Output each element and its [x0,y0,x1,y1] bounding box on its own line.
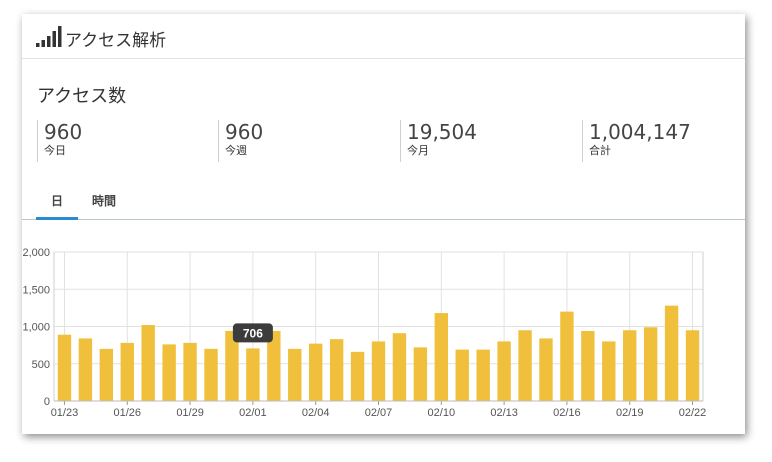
bar [476,349,490,401]
access-bar-chart: 0 500 1,000 1,500 2,000 01/23 01/26 01/29 02/01 0… [22,242,745,434]
bar [183,342,197,401]
bar [455,349,469,401]
stat-value: 960 [44,120,83,144]
bar [497,341,511,401]
stat-label: 合計 [589,144,611,157]
bar [246,348,260,401]
x-tick-label: 01/26 [114,407,142,419]
stat-value: 960 [225,120,264,144]
x-tick-label: 02/04 [302,407,330,419]
tab-hour[interactable]: 時間 [86,192,122,209]
bar [308,343,323,401]
chart-svg: 0 500 1,000 1,500 2,000 01/23 01/26 01/29 02/01 0… [22,247,707,419]
panel-header: アクセス解析 [22,14,745,59]
x-tick-label: 01/23 [51,407,79,419]
stat-total: 1,004,147 合計 [582,120,691,162]
stat-today: 960 今日 [37,120,82,162]
bar [685,330,700,401]
stat-month: 19,504 今月 [400,120,477,162]
bar [350,351,365,401]
y-tick-label: 500 [32,359,50,371]
section-title: アクセス数 [37,86,127,107]
tab-day[interactable]: 日 [36,192,78,220]
panel-title: アクセス解析 [65,31,167,51]
bar [288,348,302,401]
x-tick-label: 01/29 [176,407,204,419]
y-tick-label: 1,000 [22,322,50,334]
bar [99,348,114,401]
y-tick-label: 1,500 [22,284,50,296]
bar [329,339,344,401]
bar [581,330,595,401]
stat-value: 19,504 [407,120,477,144]
y-tick-label: 0 [44,396,50,408]
bar [162,344,176,401]
stat-week: 960 今週 [218,120,263,162]
bar [539,338,553,401]
tooltip-value: 706 [243,326,263,340]
x-tick-label: 02/16 [553,407,581,419]
stat-label: 今日 [44,144,66,157]
bar [392,333,407,401]
x-tick-label: 02/01 [239,407,267,419]
y-tick-label: 2,000 [22,247,50,259]
x-tick-label: 02/19 [616,407,644,419]
access-analysis-panel: アクセス解析 アクセス数 960 今日 960 今週 19,504 今月 1,0… [22,14,745,434]
stat-value: 1,004,147 [589,120,691,144]
bar [204,348,218,401]
x-tick-label: 02/10 [428,407,456,419]
x-tick-label: 02/13 [490,407,518,419]
bar [560,311,574,401]
x-tick-label: 02/07 [365,407,393,419]
bar [664,305,679,401]
x-tick-label: 02/22 [679,407,707,419]
bar [78,338,93,401]
bar [518,330,532,401]
bar [141,325,155,401]
stat-label: 今週 [225,144,247,157]
bar [413,347,428,401]
period-tabs: 日 時間 [22,182,745,220]
bar [371,341,386,401]
bar [120,342,134,401]
bar [643,327,658,401]
bar [623,330,637,401]
bar [602,341,616,401]
stat-label: 今月 [407,144,429,157]
bar [434,313,449,401]
signal-bars-icon [36,26,62,47]
bar [57,334,72,401]
